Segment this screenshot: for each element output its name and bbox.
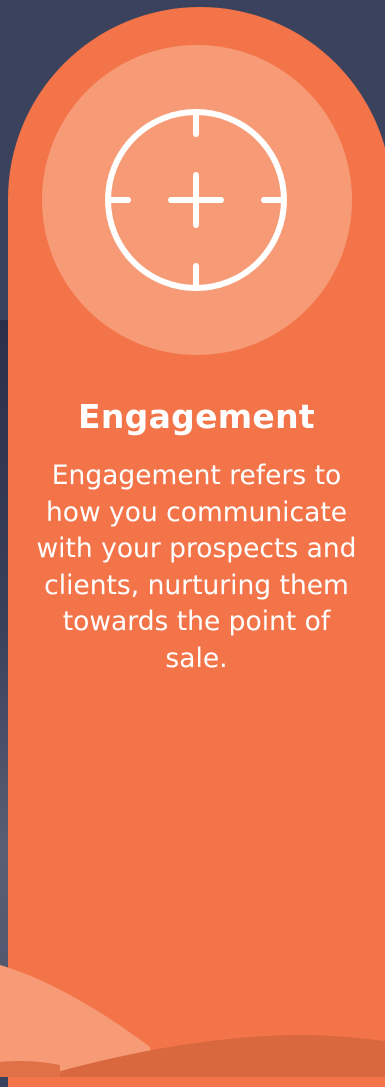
decorative-waves	[0, 965, 385, 1077]
icon-circle	[42, 45, 352, 355]
card-description: Engagement refers to how you communicate…	[36, 460, 357, 674]
engagement-card: Engagement Engagement refers to how you …	[8, 7, 385, 1087]
card-title: Engagement	[78, 397, 315, 436]
crosshair-plus-icon	[105, 109, 287, 291]
